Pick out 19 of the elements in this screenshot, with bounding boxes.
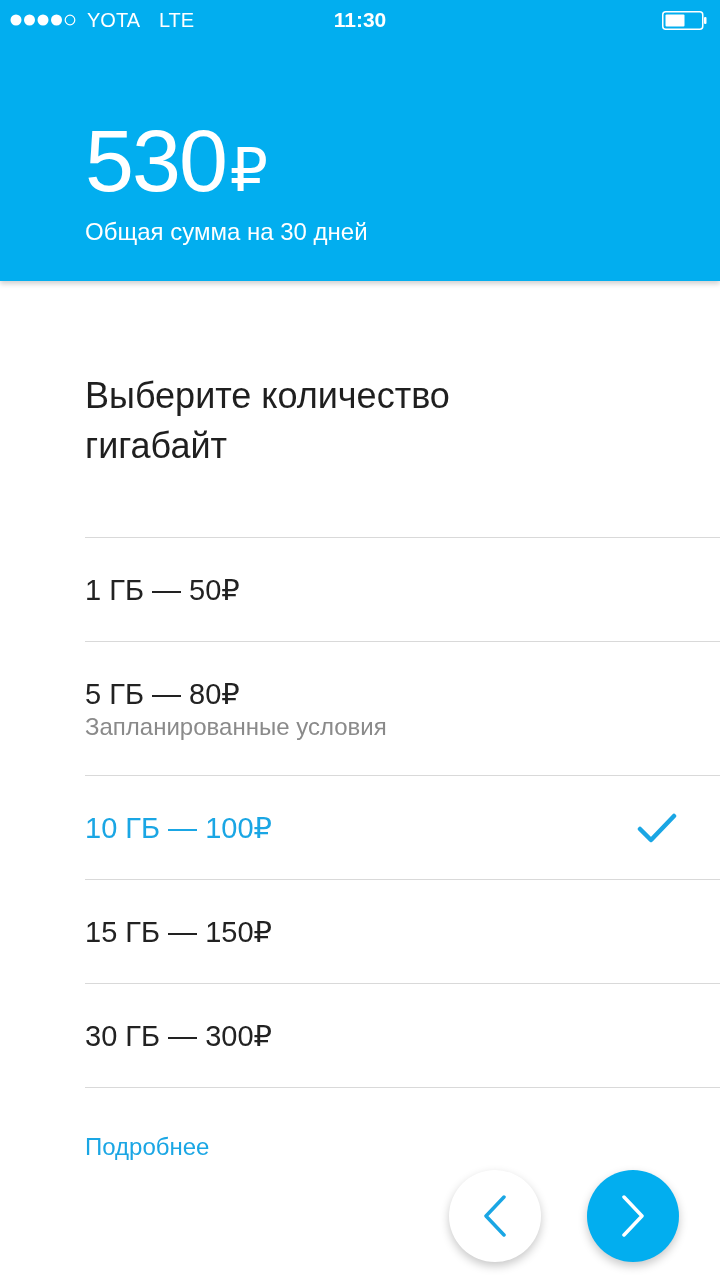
carrier-name: YOTA bbox=[87, 8, 140, 32]
next-button[interactable] bbox=[587, 1170, 679, 1262]
page-title: Выберите количество гигабайт bbox=[85, 374, 451, 468]
chevron-left-icon bbox=[483, 1195, 507, 1237]
total-amount: 530 bbox=[85, 117, 226, 205]
check-icon bbox=[637, 813, 677, 843]
signal-icon bbox=[10, 14, 76, 26]
back-button[interactable] bbox=[449, 1170, 541, 1262]
total-caption: Общая сумма на 30 дней bbox=[85, 217, 369, 247]
battery-icon bbox=[662, 10, 707, 30]
network-type: LTE bbox=[158, 8, 195, 32]
option-item[interactable]: 5 ГБ — 80₽ Запланированные условия bbox=[85, 641, 720, 775]
option-note: Запланированные условия bbox=[85, 712, 388, 742]
chevron-right-icon bbox=[621, 1195, 645, 1237]
option-item[interactable]: 15 ГБ — 150₽ bbox=[85, 879, 720, 983]
status-time: 11:30 bbox=[333, 8, 387, 32]
currency-sign: ₽ bbox=[229, 141, 268, 201]
option-item[interactable]: 1 ГБ — 50₽ bbox=[85, 537, 720, 641]
option-item[interactable]: 30 ГБ — 300₽ bbox=[85, 983, 720, 1087]
